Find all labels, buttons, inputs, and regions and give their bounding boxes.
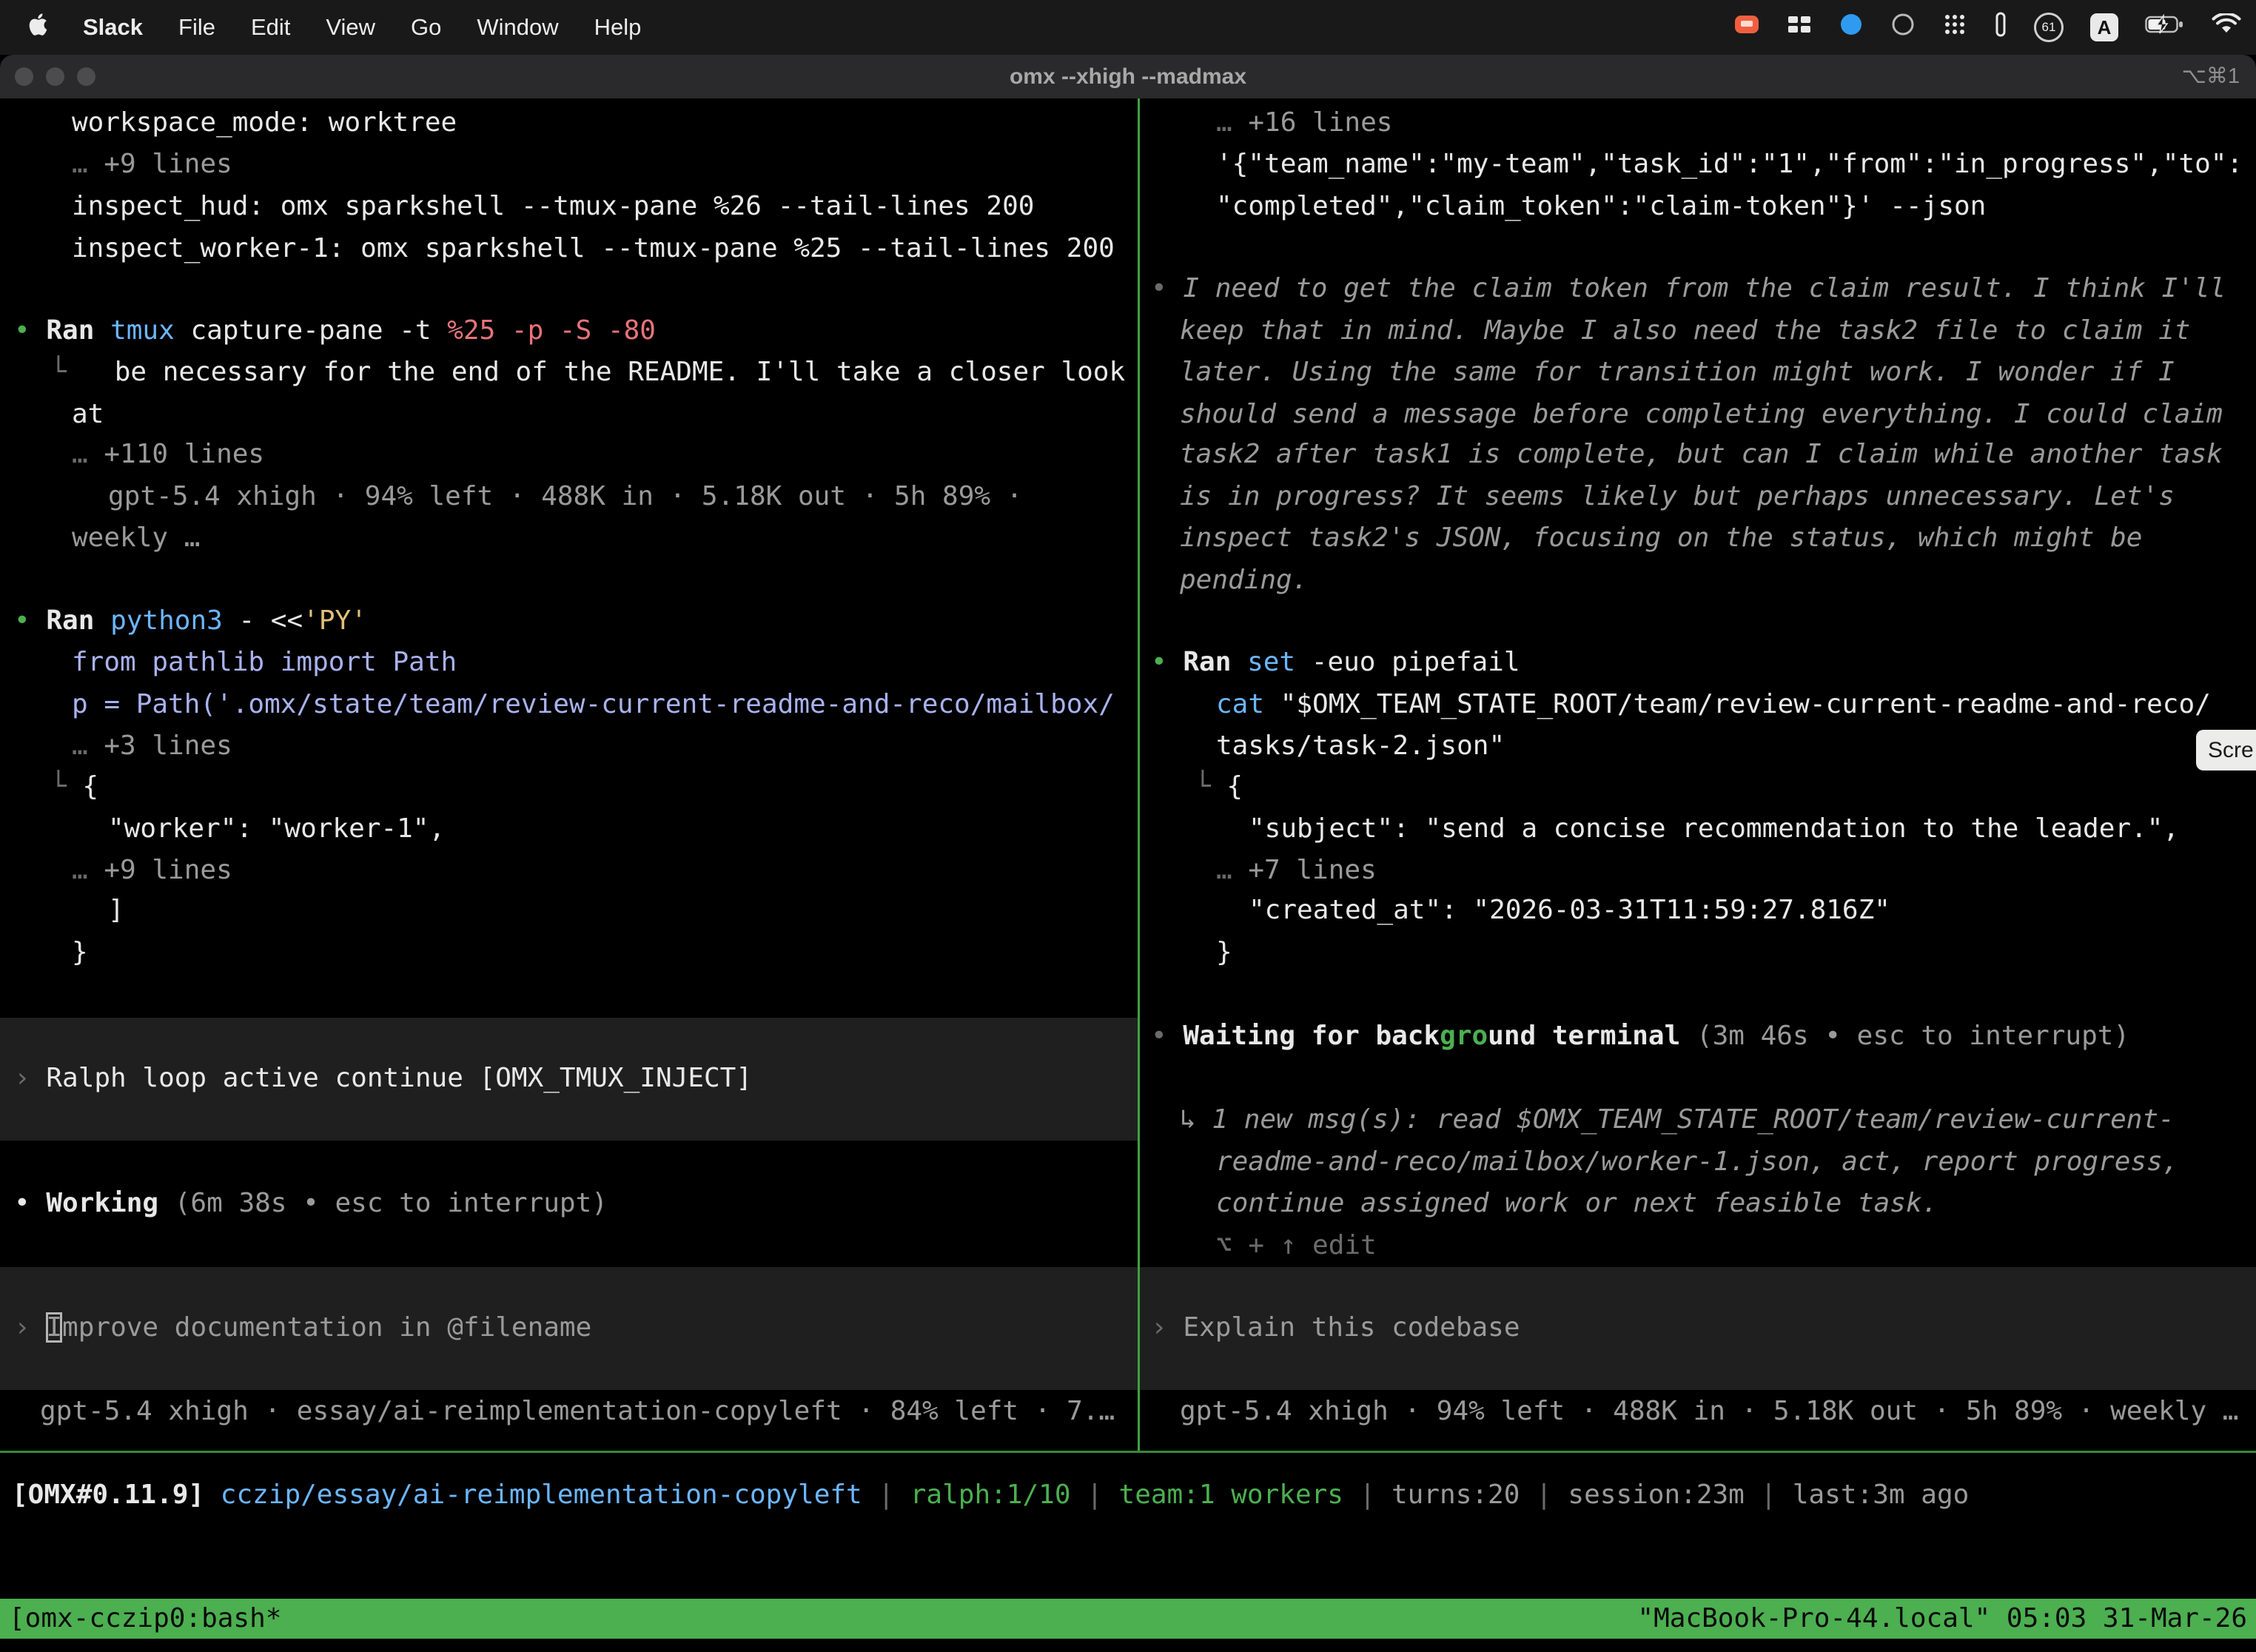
tmux-status-bar: [omx-cczip0:bash* "MacBook-Pro-44.local"… (0, 1599, 2256, 1639)
text-segment: cczip/essay/ai-reimplementation-copyleft (221, 1480, 862, 1510)
text-segment: | (1745, 1480, 1793, 1510)
text-segment: | (1071, 1480, 1119, 1510)
tooltip: Scre (2196, 730, 2256, 770)
text-segment: [OMX#0.11.9] (12, 1480, 221, 1510)
text-segment: | (1520, 1480, 1568, 1510)
text-segment: session:23m (1568, 1480, 1744, 1510)
text-segment: turns:20 (1391, 1480, 1520, 1510)
omx-hud: [OMX#0.11.9] cczip/essay/ai-reimplementa… (0, 0, 2256, 1652)
text-segment: team:1 workers (1119, 1480, 1343, 1510)
text-segment: ralph:1/10 (910, 1480, 1071, 1510)
tmux-session-label: [omx-cczip0:bash* (9, 1599, 281, 1639)
omx-hud-status: [OMX#0.11.9] cczip/essay/ai-reimplementa… (12, 1474, 1969, 1516)
tmux-host-clock: "MacBook-Pro-44.local" 05:03 31-Mar-26 (1637, 1599, 2247, 1639)
screen: Slack File Edit View Go Window Help (0, 0, 2256, 1652)
text-segment: last:3m ago (1793, 1480, 1969, 1510)
text-segment: | (1343, 1480, 1391, 1510)
text-segment: | (862, 1480, 910, 1510)
